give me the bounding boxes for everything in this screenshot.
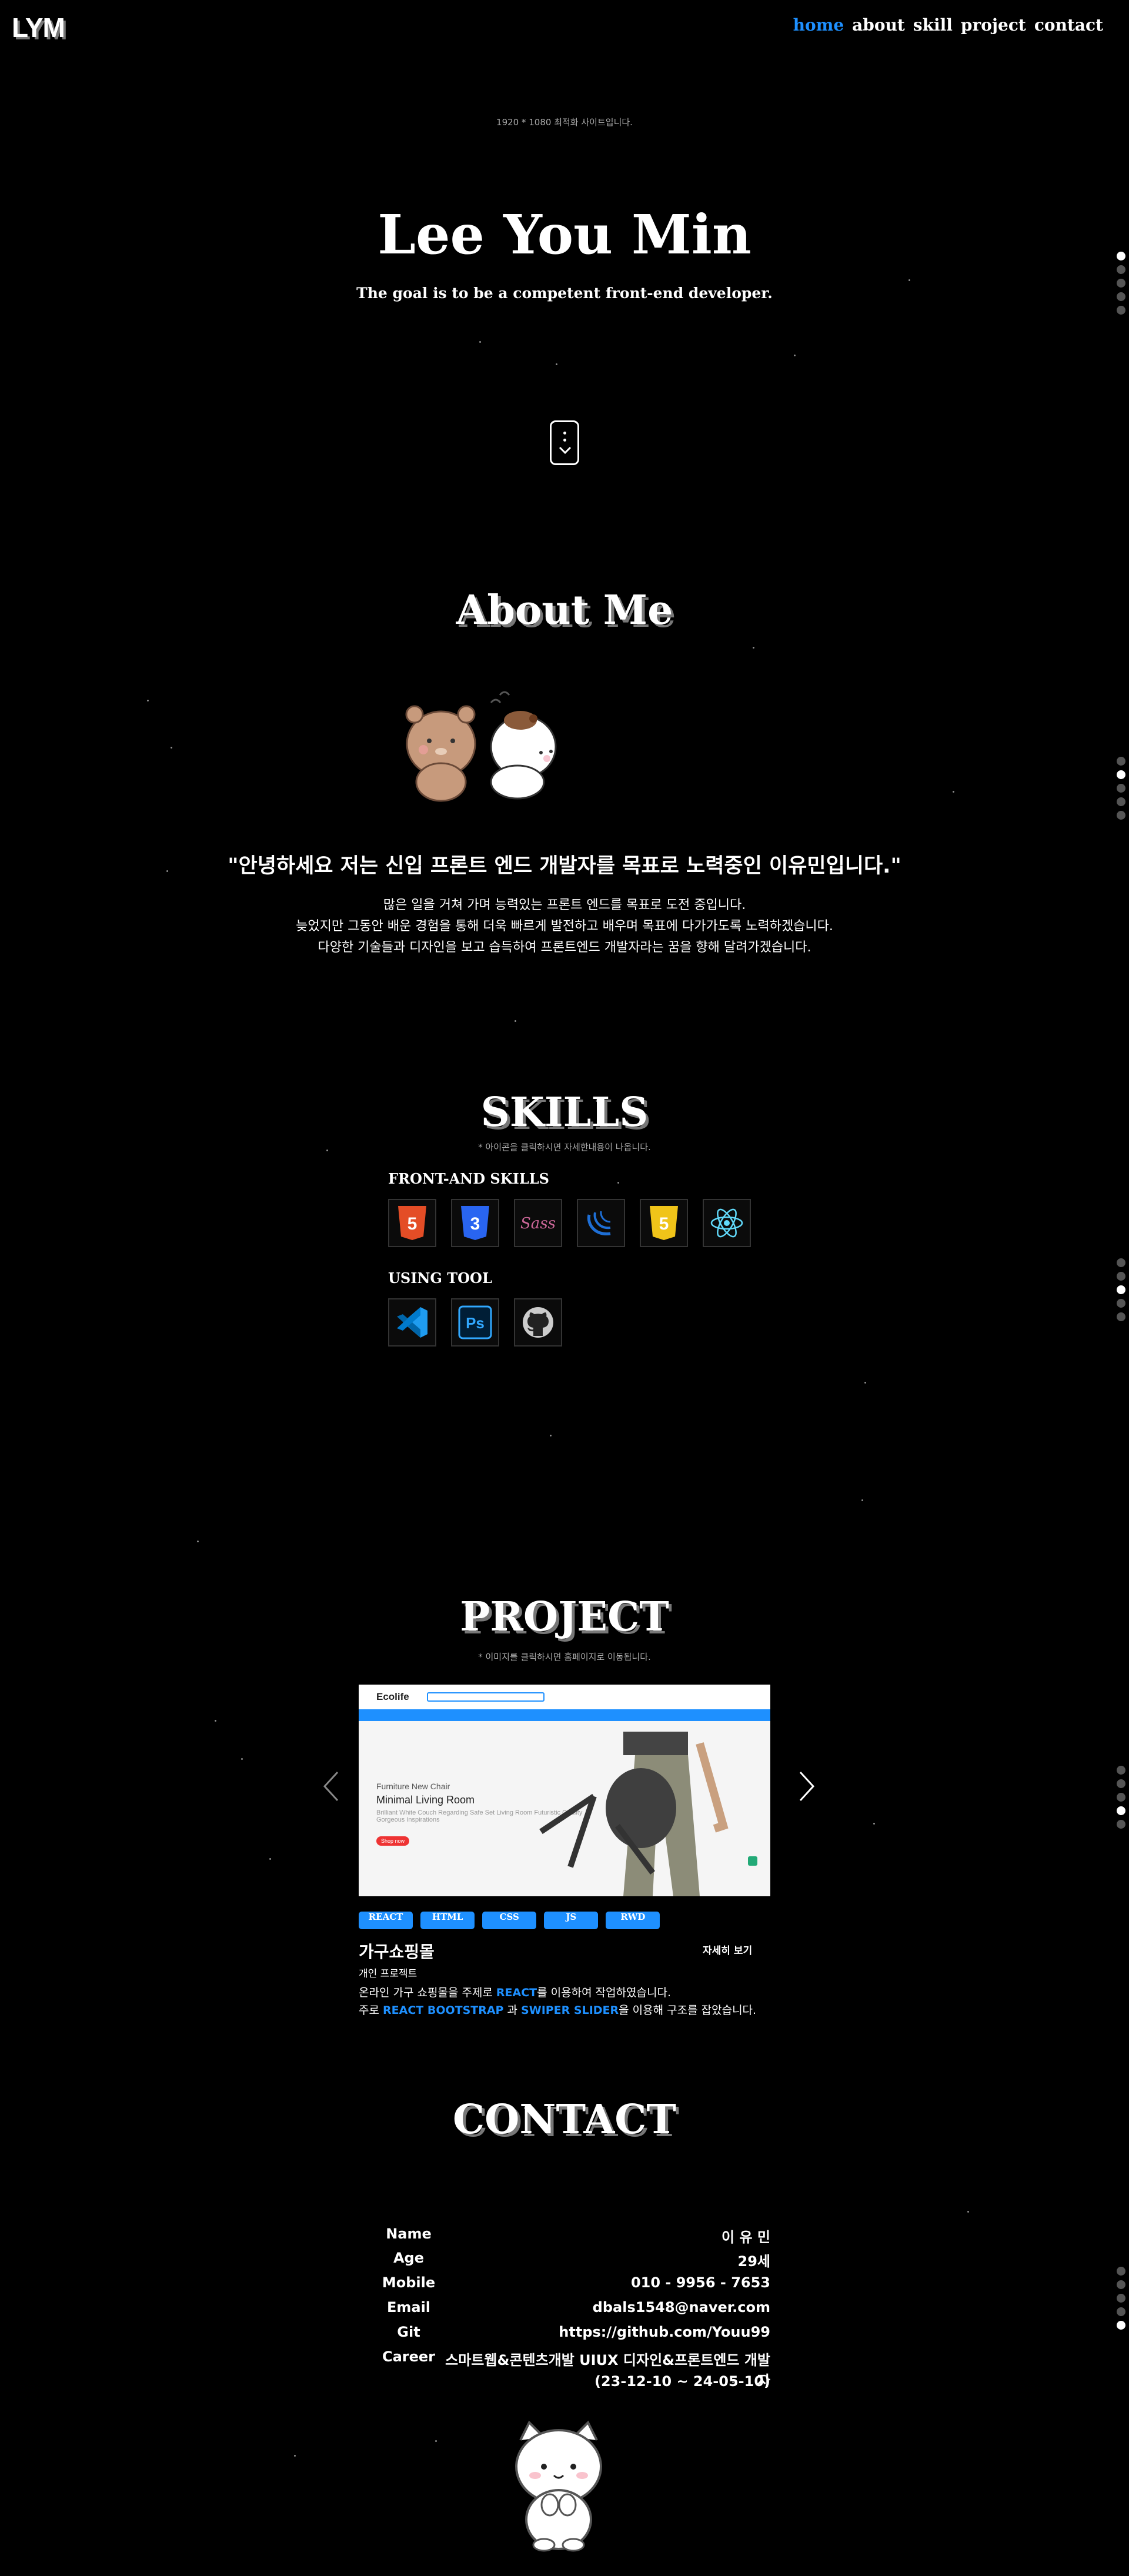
about-quote: "안녕하세요 저는 신입 프론트 엔드 개발자를 목표로 노력중인 이유민입니다… <box>228 854 901 878</box>
section-pager <box>1117 1258 1125 1321</box>
bear-characters-image <box>397 688 573 806</box>
cat-character-image <box>503 2417 614 2554</box>
pager-dot[interactable] <box>1117 757 1125 766</box>
about-title: About Me <box>456 587 673 634</box>
jquery-icon[interactable] <box>577 1199 625 1247</box>
photoshop-icon[interactable]: Ps <box>451 1298 499 1347</box>
pager-dot[interactable] <box>1117 1272 1125 1281</box>
about-line: 많은 일을 거쳐 가며 능력있는 프론트 엔드를 목표로 도전 중입니다. <box>383 898 746 913</box>
front-skills-heading: FRONT-AND SKILLS <box>388 1170 549 1187</box>
pager-dot[interactable] <box>1117 265 1125 274</box>
react-icon[interactable] <box>703 1199 751 1247</box>
skills-note: * 아이콘을 클릭하시면 자세한내용이 나옵니다. <box>478 1142 651 1152</box>
vscode-icon[interactable] <box>388 1298 436 1347</box>
project-kind: 개인 프로젝트 <box>359 1968 417 1980</box>
tag-html: HTML <box>420 1912 475 1929</box>
contact-row-career-period: (23-12-10 ~ 24-05-10) <box>594 2373 770 2390</box>
tag-rwd: RWD <box>606 1912 660 1929</box>
css3-icon[interactable]: 3 <box>451 1199 499 1247</box>
svg-text:Ps: Ps <box>466 1314 485 1332</box>
section-pager <box>1117 1766 1125 1829</box>
slide-headline: Minimal Living Room <box>376 1794 475 1806</box>
pager-dot[interactable] <box>1117 1299 1125 1308</box>
contact-row-email: Email dbals1548@naver.com <box>386 2299 770 2316</box>
section-pager <box>1117 2267 1125 2330</box>
pager-dot[interactable] <box>1117 1285 1125 1294</box>
html5-icon[interactable]: 5 <box>388 1199 436 1247</box>
scroll-down-icon[interactable] <box>550 420 579 465</box>
pager-dot[interactable] <box>1117 770 1125 779</box>
detail-link[interactable]: 자세히 보기 <box>703 1942 752 1957</box>
chair-person-image <box>539 1732 729 1896</box>
contact-row-name: Name 이 유 민 <box>386 2226 770 2246</box>
resolution-note: 1920 * 1080 최적화 사이트입니다. <box>496 117 633 128</box>
pager-dot[interactable] <box>1117 2321 1125 2330</box>
sass-icon[interactable]: Sass <box>514 1199 562 1247</box>
slider-prev-button[interactable] <box>322 1770 340 1811</box>
project-tags: REACT HTML CSS JS RWD <box>359 1911 664 1929</box>
pager-dot[interactable] <box>1117 2294 1125 2303</box>
section-pager <box>1117 757 1125 820</box>
project-slide-image[interactable]: Ecolife Furniture New Chair Minimal Livi… <box>359 1685 770 1896</box>
tools-row: Ps <box>388 1298 776 1347</box>
contact-title: CONTACT <box>453 2096 676 2143</box>
project-note: * 이미지를 클릭하시면 홈페이지로 이동됩니다. <box>478 1652 651 1662</box>
hero-title: Lee You Min <box>378 203 751 266</box>
about-line: 늦었지만 그동안 배운 경험을 통해 더욱 빠르게 발전하고 배우며 목표에 다… <box>296 919 833 934</box>
pager-dot[interactable] <box>1117 811 1125 820</box>
skills-title: SKILLS <box>480 1089 649 1136</box>
tag-react: REACT <box>359 1912 413 1929</box>
skills-panel: FRONT-AND SKILLS 5 3 Sass 5 USING TOOL P… <box>388 1170 776 1369</box>
project-desc-line1: 온라인 가구 쇼핑몰을 주제로 REACT를 이용하여 작업하였습니다. <box>359 1986 672 1999</box>
nav-about[interactable]: about <box>852 15 905 35</box>
pager-dot[interactable] <box>1117 2307 1125 2316</box>
about-description: 많은 일을 거쳐 가며 능력있는 프론트 엔드를 목표로 도전 중입니다. 늦었… <box>0 895 1129 958</box>
contact-row-git: Git https://github.com/Youu99 <box>397 2324 770 2340</box>
project-desc-line2: 주로 REACT BOOTSTRAP 과 SWIPER SLIDER을 이용해 … <box>359 2004 757 2017</box>
site-logo[interactable]: LYM <box>12 12 65 44</box>
email-link[interactable]: dbals1548@naver.com <box>441 2299 770 2316</box>
main-nav: home about skill project contact <box>793 15 1103 35</box>
svg-text:Sass: Sass <box>520 1215 556 1232</box>
slide-shop-button: Shop now <box>376 1836 410 1846</box>
about-line: 다양한 기술들과 디자인을 보고 습득하여 프론트엔드 개발자라는 꿈을 향해 … <box>318 940 811 955</box>
nav-home[interactable]: home <box>793 15 844 35</box>
pager-dot[interactable] <box>1117 1258 1125 1267</box>
pager-dot[interactable] <box>1117 1312 1125 1321</box>
slider-next-button[interactable] <box>798 1770 816 1811</box>
slide-brand: Ecolife <box>376 1691 409 1702</box>
tag-js: JS <box>544 1912 599 1929</box>
pager-dot[interactable] <box>1117 1766 1125 1775</box>
javascript-icon[interactable]: 5 <box>640 1199 688 1247</box>
nav-skill[interactable]: skill <box>913 15 953 35</box>
slide-tag: Furniture New Chair <box>376 1782 450 1791</box>
nav-contact[interactable]: contact <box>1034 15 1103 35</box>
slide-header: Ecolife <box>359 1685 770 1709</box>
pager-dot[interactable] <box>1117 1779 1125 1788</box>
svg-text:5: 5 <box>659 1214 669 1234</box>
pager-dot[interactable] <box>1117 306 1125 315</box>
tag-css: CSS <box>482 1912 537 1929</box>
svg-text:3: 3 <box>470 1214 480 1234</box>
pager-dot[interactable] <box>1117 2267 1125 2276</box>
svg-text:5: 5 <box>407 1214 417 1234</box>
hero-subtitle: The goal is to be a competent front-end … <box>356 285 773 302</box>
git-link[interactable]: https://github.com/Youu99 <box>441 2324 770 2340</box>
pager-dot[interactable] <box>1117 784 1125 793</box>
front-skills-row: 5 3 Sass 5 <box>388 1199 776 1247</box>
project-title: PROJECT <box>460 1593 669 1641</box>
pager-dot[interactable] <box>1117 797 1125 806</box>
pager-dot[interactable] <box>1117 1793 1125 1802</box>
project-name: 가구쇼핑몰 <box>359 1942 435 1962</box>
pager-dot[interactable] <box>1117 2280 1125 2289</box>
pager-dot[interactable] <box>1117 1806 1125 1815</box>
nav-project[interactable]: project <box>961 15 1026 35</box>
tools-heading: USING TOOL <box>388 1269 492 1287</box>
pager-dot[interactable] <box>1117 1820 1125 1829</box>
contact-row-mobile: Mobile 010 - 9956 - 7653 <box>382 2274 770 2291</box>
contact-row-age: Age 29세 <box>393 2250 770 2270</box>
github-icon[interactable] <box>514 1298 562 1347</box>
